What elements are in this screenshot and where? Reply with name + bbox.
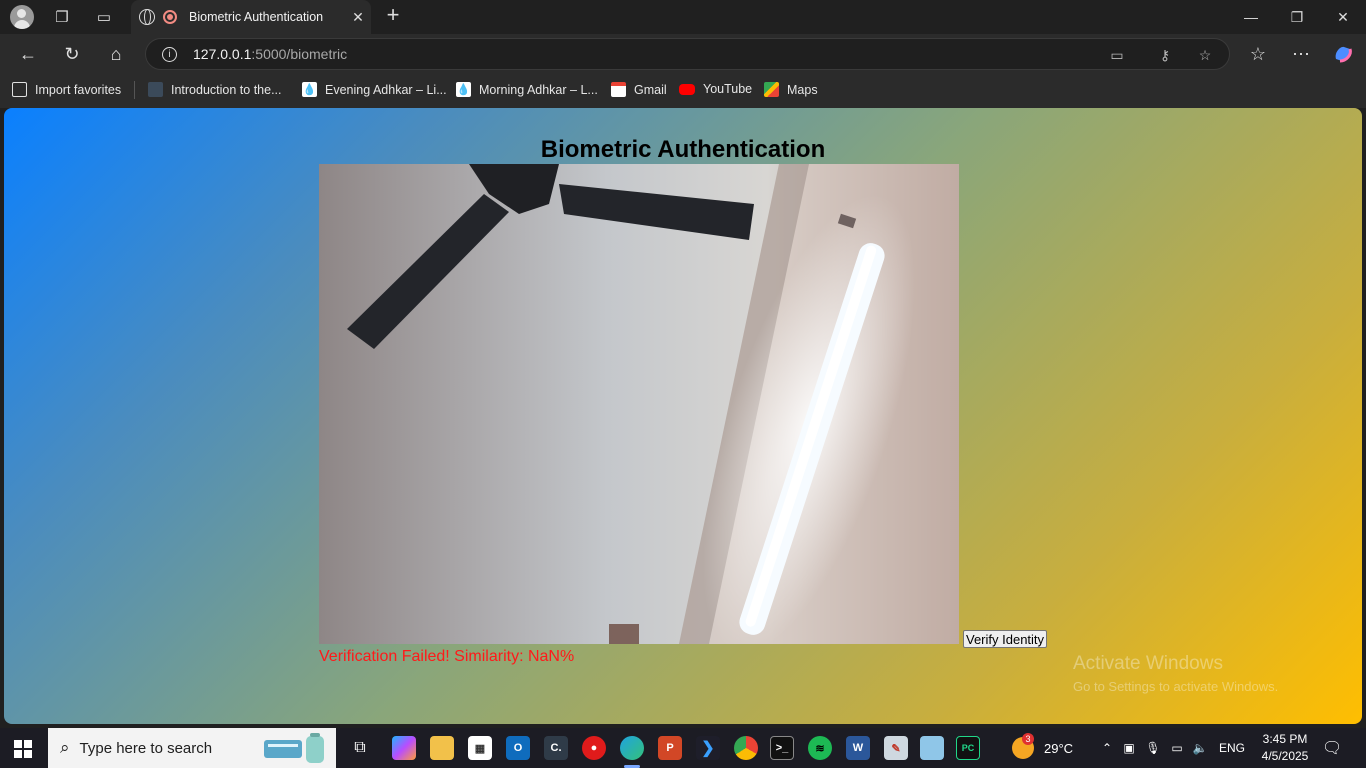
taskbar-search-box[interactable]: ⌕ Type here to search bbox=[48, 728, 336, 768]
browser-chrome: ❐ ▭ Biometric Authentication ✕ + — ❐ ✕ ←… bbox=[0, 0, 1366, 108]
bookmark-label: Introduction to the... bbox=[171, 82, 282, 97]
url-host: 127.0.0.1 bbox=[193, 46, 252, 62]
bookmark-label: Import favorites bbox=[35, 82, 122, 97]
favorites-icon[interactable]: ☆ bbox=[1246, 42, 1270, 66]
back-icon[interactable]: ← bbox=[16, 42, 40, 66]
home-icon[interactable]: ⌂ bbox=[104, 42, 128, 66]
more-menu-icon[interactable]: ⋯ bbox=[1289, 42, 1313, 66]
paint-icon[interactable]: ✎ bbox=[884, 736, 908, 760]
watermark-subtitle: Go to Settings to activate Windows. bbox=[1073, 679, 1279, 694]
favorites-bar: Import favorites Introduction to the... … bbox=[0, 74, 1366, 106]
import-icon bbox=[12, 82, 27, 97]
weather-badge: 3 bbox=[1022, 733, 1034, 745]
tab-actions-icon[interactable]: ▭ bbox=[93, 6, 115, 28]
bookmark-label: YouTube bbox=[703, 82, 753, 96]
recording-icon bbox=[163, 10, 177, 24]
maps-icon bbox=[764, 82, 779, 97]
clock-date: 4/5/2025 bbox=[1261, 749, 1309, 763]
volume-icon[interactable]: 🔈 bbox=[1189, 741, 1211, 755]
chrome-icon[interactable] bbox=[734, 736, 758, 760]
page-viewport: Biometric Authentication Verify Identity… bbox=[4, 108, 1362, 724]
search-highlight-icon bbox=[264, 733, 324, 763]
terminal-app-icon[interactable]: C. bbox=[544, 736, 568, 760]
profile-avatar[interactable] bbox=[10, 5, 34, 29]
bookmark-separator bbox=[134, 81, 135, 99]
bookmark-morning-adhkar[interactable]: 💧 Morning Adhkar – L... bbox=[456, 82, 598, 97]
restore-icon[interactable]: ❐ bbox=[1274, 0, 1320, 34]
system-clock[interactable]: 3:45 PM 4/5/2025 bbox=[1254, 731, 1316, 765]
windows-taskbar: ⌕ Type here to search ⧉ ▦ O C. ● P ❯ >_ … bbox=[0, 728, 1366, 768]
pycharm-icon[interactable]: PC bbox=[956, 736, 980, 760]
tab-bar: ❐ ▭ Biometric Authentication ✕ + — ❐ ✕ bbox=[0, 0, 1366, 34]
camera-tray-icon[interactable]: ▣ bbox=[1117, 741, 1141, 755]
address-bar[interactable]: i 127.0.0.1 :5000/biometric ▭ ⚷ ☆ bbox=[145, 38, 1230, 70]
bookmark-gmail[interactable]: Gmail bbox=[611, 82, 667, 97]
weather-icon: 3 bbox=[1012, 733, 1034, 759]
bookmark-label: Maps bbox=[787, 82, 818, 97]
page-icon bbox=[148, 82, 163, 97]
language-indicator[interactable]: ENG bbox=[1219, 741, 1245, 755]
search-placeholder: Type here to search bbox=[79, 739, 213, 757]
weather-widget[interactable]: 3 29°C bbox=[1012, 728, 1073, 768]
battery-icon[interactable]: ▭ bbox=[1165, 741, 1189, 755]
vscode-icon[interactable]: ❯ bbox=[696, 736, 720, 760]
clock-time: 3:45 PM bbox=[1262, 732, 1308, 746]
key-icon[interactable]: ⚷ bbox=[1156, 46, 1174, 64]
workspaces-icon[interactable]: ❐ bbox=[51, 6, 73, 28]
url-path: :5000/biometric bbox=[251, 46, 348, 62]
activate-windows-watermark: Activate Windows Go to Settings to activ… bbox=[1073, 653, 1278, 694]
microphone-icon[interactable]: 🎙 bbox=[1141, 741, 1165, 755]
spotify-icon[interactable]: ≋ bbox=[808, 736, 832, 760]
camera-in-use-icon[interactable]: ▭ bbox=[1108, 46, 1126, 64]
minimize-icon[interactable]: — bbox=[1228, 0, 1274, 34]
youtube-icon bbox=[679, 83, 695, 95]
file-explorer-icon[interactable] bbox=[430, 736, 454, 760]
bookmark-youtube[interactable]: YouTube bbox=[679, 82, 752, 96]
close-window-icon[interactable]: ✕ bbox=[1320, 0, 1366, 34]
watermark-title: Activate Windows bbox=[1073, 653, 1223, 674]
tab-biometric[interactable]: Biometric Authentication ✕ bbox=[131, 0, 371, 34]
globe-icon bbox=[139, 9, 155, 25]
word-icon[interactable]: W bbox=[846, 736, 870, 760]
bookmark-label: Morning Adhkar – L... bbox=[479, 82, 598, 97]
powerpoint-icon[interactable]: P bbox=[658, 736, 682, 760]
search-icon: ⌕ bbox=[60, 738, 70, 757]
record-app-icon[interactable]: ● bbox=[582, 736, 606, 760]
command-prompt-icon[interactable]: >_ bbox=[770, 736, 794, 760]
site-info-icon[interactable]: i bbox=[162, 46, 177, 62]
bookmark-introduction[interactable]: Introduction to the... bbox=[148, 82, 282, 97]
notepad-icon[interactable] bbox=[920, 736, 944, 760]
webcam-feed-image bbox=[319, 164, 959, 644]
temperature: 29°C bbox=[1044, 740, 1074, 756]
navigation-bar: ← ↻ ⌂ i 127.0.0.1 :5000/biometric ▭ ⚷ ☆ … bbox=[0, 34, 1366, 74]
bookmark-maps[interactable]: Maps bbox=[764, 82, 818, 97]
notifications-icon[interactable]: 🗨 bbox=[1322, 728, 1342, 768]
favorite-star-icon[interactable]: ☆ bbox=[1196, 46, 1214, 64]
copilot-icon[interactable] bbox=[1331, 42, 1355, 66]
show-hidden-icons-icon[interactable]: ⌃ bbox=[1097, 741, 1117, 755]
close-tab-icon[interactable]: ✕ bbox=[345, 9, 371, 26]
refresh-icon[interactable]: ↻ bbox=[60, 42, 84, 66]
system-tray: ⌃ ▣ 🎙 ▭ 🔈 ENG bbox=[1097, 728, 1245, 768]
tab-title: Biometric Authentication bbox=[189, 10, 324, 24]
page-title: Biometric Authentication bbox=[540, 136, 826, 163]
task-view-icon[interactable]: ⧉ bbox=[348, 736, 372, 760]
windows-start-icon[interactable] bbox=[14, 740, 32, 758]
gmail-icon bbox=[611, 82, 626, 97]
verify-identity-button[interactable]: Verify Identity bbox=[963, 630, 1048, 648]
bookmark-label: Evening Adhkar – Li... bbox=[325, 82, 447, 97]
drop-icon: 💧 bbox=[456, 82, 471, 97]
outlook-icon[interactable]: O bbox=[506, 736, 530, 760]
bookmark-evening-adhkar[interactable]: 💧 Evening Adhkar – Li... bbox=[302, 82, 447, 97]
bookmark-label: Gmail bbox=[634, 82, 667, 97]
edge-icon[interactable] bbox=[620, 736, 644, 768]
drop-icon: 💧 bbox=[302, 82, 317, 97]
bookmark-import-favorites[interactable]: Import favorites bbox=[12, 82, 121, 97]
new-tab-icon[interactable]: + bbox=[382, 2, 404, 27]
webcam-video bbox=[319, 164, 959, 644]
copilot-taskbar-icon[interactable] bbox=[392, 736, 416, 760]
verification-result: Verification Failed! Similarity: NaN% bbox=[319, 648, 575, 665]
microsoft-store-icon[interactable]: ▦ bbox=[468, 736, 492, 760]
